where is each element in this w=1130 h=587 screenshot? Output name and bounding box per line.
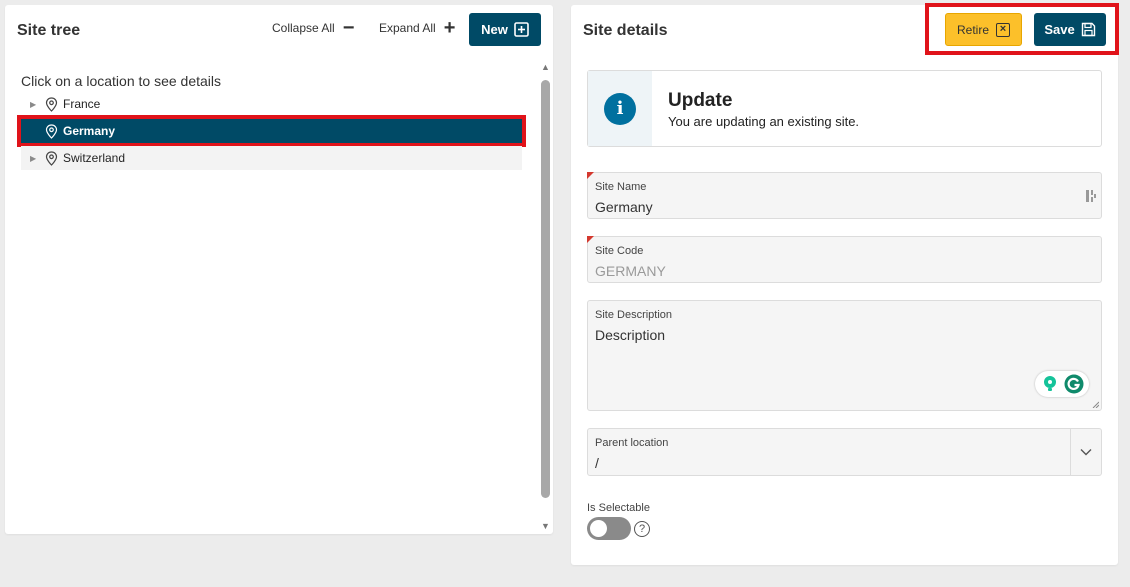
- scrollbar-thumb[interactable]: [541, 80, 550, 498]
- info-icon-area: i: [588, 71, 652, 146]
- site-description-value[interactable]: Description: [595, 327, 665, 343]
- lightbulb-icon[interactable]: [1041, 375, 1059, 393]
- grammarly-widget[interactable]: [1035, 371, 1089, 397]
- minus-icon: −: [342, 17, 355, 39]
- site-code-label: Site Code: [595, 245, 644, 257]
- required-marker: [587, 172, 594, 179]
- resize-handle-icon[interactable]: [1092, 401, 1099, 408]
- expand-caret-icon[interactable]: ▶: [30, 154, 39, 163]
- scroll-down-icon[interactable]: ▼: [541, 521, 550, 531]
- floppy-disk-icon: [1081, 22, 1095, 37]
- parent-location-dropdown[interactable]: Parent location /: [587, 428, 1102, 476]
- save-button-label: Save: [1044, 22, 1075, 37]
- location-pin-icon: [45, 96, 58, 112]
- site-name-field[interactable]: Site Name Germany: [587, 172, 1102, 219]
- close-box-icon: ×: [996, 22, 1010, 37]
- site-code-value: GERMANY: [595, 263, 666, 279]
- collapse-all-button[interactable]: Collapse All −: [272, 17, 355, 39]
- expand-all-label: Expand All: [379, 21, 436, 35]
- tree-hint: Click on a location to see details: [21, 73, 221, 89]
- required-marker: [587, 236, 594, 243]
- help-icon[interactable]: ?: [634, 521, 650, 537]
- info-message: You are updating an existing site.: [668, 114, 860, 129]
- text-cursor-icon: [1086, 190, 1096, 202]
- site-description-label: Site Description: [595, 309, 673, 321]
- tree-item-switzerland[interactable]: ▶ Switzerland: [21, 146, 522, 170]
- grammarly-icon[interactable]: [1064, 374, 1084, 394]
- site-tree: ▶ France Germany ▶ Switzerland: [17, 92, 526, 170]
- update-info-card: i Update You are updating an existing si…: [587, 70, 1102, 147]
- parent-location-value: /: [595, 455, 599, 471]
- toggle-knob: [590, 520, 607, 537]
- site-code-field: Site Code GERMANY: [587, 236, 1102, 283]
- expand-all-button[interactable]: Expand All +: [379, 17, 456, 39]
- info-icon: i: [604, 92, 636, 125]
- retire-button[interactable]: Retire ×: [945, 13, 1022, 46]
- retire-button-label: Retire: [956, 22, 989, 37]
- is-selectable-toggle[interactable]: [587, 517, 631, 540]
- site-details-title: Site details: [583, 22, 668, 39]
- scroll-up-icon[interactable]: ▲: [541, 62, 550, 72]
- collapse-all-label: Collapse All: [272, 21, 335, 35]
- tree-item-france[interactable]: ▶ France: [21, 92, 522, 116]
- site-description-field[interactable]: Site Description Description: [587, 300, 1102, 411]
- tree-scrollbar[interactable]: ▲ ▼: [541, 62, 550, 531]
- tree-item-germany[interactable]: Germany: [17, 115, 526, 147]
- location-pin-icon: [45, 150, 58, 166]
- info-title: Update: [668, 90, 733, 111]
- site-name-label: Site Name: [595, 181, 647, 193]
- expand-caret-icon[interactable]: ▶: [30, 100, 39, 109]
- site-name-value[interactable]: Germany: [595, 199, 653, 215]
- chevron-down-icon[interactable]: [1070, 429, 1101, 475]
- new-button[interactable]: New: [469, 13, 541, 46]
- is-selectable-label: Is Selectable: [587, 502, 650, 514]
- location-pin-icon: [45, 123, 58, 139]
- save-button[interactable]: Save: [1034, 13, 1106, 46]
- site-details-panel: Site details Retire × Save i Update You …: [571, 3, 1119, 565]
- site-tree-panel: Site tree Collapse All − Expand All + Ne…: [5, 5, 553, 534]
- tree-item-label: Switzerland: [63, 151, 126, 165]
- parent-location-label: Parent location: [595, 437, 669, 449]
- tree-item-label: Germany: [63, 124, 116, 138]
- tree-item-label: France: [63, 97, 101, 111]
- new-button-label: New: [481, 22, 508, 37]
- site-tree-title: Site tree: [17, 22, 81, 39]
- plus-icon: +: [443, 17, 456, 39]
- add-box-icon: [514, 22, 529, 37]
